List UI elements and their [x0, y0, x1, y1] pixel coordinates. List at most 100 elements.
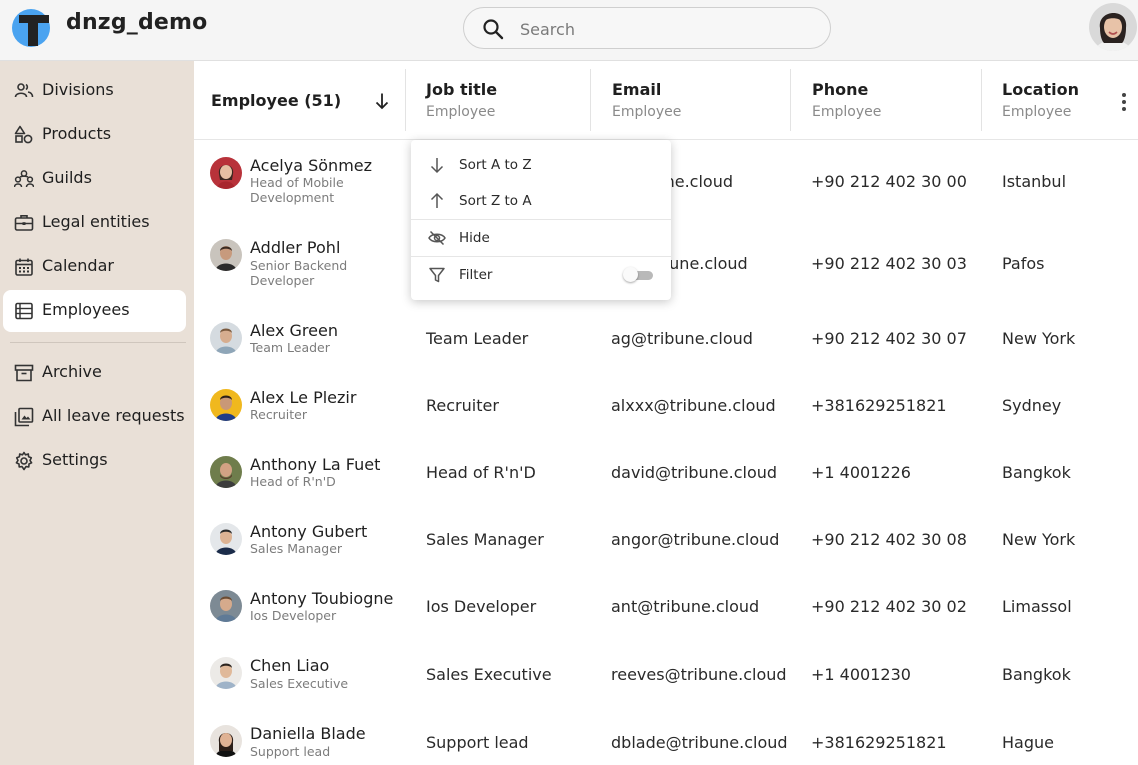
location-cell: Limassol [1002, 597, 1072, 616]
email-cell: dblade@tribune.cloud [611, 733, 788, 752]
avatar [210, 725, 242, 757]
more-vertical-icon[interactable] [1118, 91, 1130, 113]
column-header-email[interactable]: Email Employee [591, 61, 790, 139]
eye-off-icon [428, 230, 446, 246]
search-input[interactable] [520, 17, 810, 41]
sidebar-item-settings[interactable]: Settings [3, 440, 186, 482]
column-subtitle: Employee [812, 104, 882, 120]
employee-column-title: Employee (51) [211, 91, 342, 110]
location-cell: Bangkok [1002, 463, 1071, 482]
app-name: dnzg_demo [66, 10, 208, 35]
sidebar-item-employees[interactable]: Employees [3, 290, 186, 332]
sidebar-divider [10, 342, 186, 343]
toggle-knob [623, 267, 638, 282]
job-title-cell: Head of R'n'D [426, 463, 536, 482]
avatar [210, 239, 242, 271]
employee-name: Antony Toubiogne [250, 589, 394, 608]
avatar [210, 389, 242, 421]
people-icon [14, 83, 34, 98]
email-cell: bune.cloud [659, 254, 748, 273]
phone-cell: +1 4001226 [811, 463, 911, 482]
avatar [210, 157, 242, 189]
email-cell: alxxx@tribune.cloud [611, 396, 776, 415]
gear-icon [15, 451, 33, 471]
employee-role: Ios Developer [250, 608, 337, 623]
column-subtitle: Employee [426, 104, 496, 120]
employee-name: Daniella Blade [250, 724, 366, 743]
sidebar: Divisions Products Guilds Legal entities [0, 61, 194, 765]
group-icon [14, 170, 34, 188]
employee-role: Team Leader [250, 340, 330, 355]
sidebar-item-label: Guilds [42, 168, 92, 187]
list-icon [15, 302, 33, 320]
employee-name: Acelya Sönmez [250, 156, 373, 175]
column-menu: Sort A to Z Sort Z to A Hide Filter [411, 140, 671, 300]
column-header-employee[interactable]: Employee (51) [194, 61, 405, 139]
job-title-cell: Recruiter [426, 396, 499, 415]
sidebar-item-divisions[interactable]: Divisions [3, 70, 186, 112]
menu-item-sort-a-to-z[interactable]: Sort A to Z [411, 147, 671, 183]
table-row[interactable]: Daniella Blade Support lead Support lead… [194, 707, 1138, 765]
menu-item-filter[interactable]: Filter [411, 257, 671, 293]
menu-item-hide[interactable]: Hide [411, 220, 671, 256]
sidebar-item-label: Archive [42, 362, 102, 381]
column-subtitle: Employee [612, 104, 682, 120]
employee-name: Antony Gubert [250, 522, 368, 541]
arrow-down-icon[interactable] [374, 92, 390, 110]
table-row[interactable]: Antony Gubert Sales Manager Sales Manage… [194, 506, 1138, 573]
sidebar-item-legal-entities[interactable]: Legal entities [3, 202, 186, 244]
top-bar: dnzg_demo [0, 0, 1138, 61]
menu-item-sort-z-to-a[interactable]: Sort Z to A [411, 183, 671, 219]
sidebar-item-label: Divisions [42, 80, 114, 99]
filter-toggle[interactable] [623, 267, 653, 282]
sidebar-item-calendar[interactable]: Calendar [3, 246, 186, 288]
sidebar-item-products[interactable]: Products [3, 114, 186, 156]
email-cell: ant@tribune.cloud [611, 597, 760, 616]
sidebar-item-all-leave-requests[interactable]: All leave requests [3, 396, 186, 438]
employee-role: Senior Backend Developer [250, 258, 348, 288]
column-header-phone[interactable]: Phone Employee [791, 61, 981, 139]
sidebar-item-label: Employees [42, 300, 130, 319]
employee-name: Chen Liao [250, 656, 330, 675]
sidebar-item-archive[interactable]: Archive [3, 352, 186, 394]
column-header-job-title[interactable]: Job title Employee [406, 61, 590, 139]
table-row[interactable]: Anthony La Fuet Head of R'n'D Head of R'… [194, 439, 1138, 506]
location-cell: New York [1002, 530, 1076, 549]
table-row[interactable]: Antony Toubiogne Ios Developer Ios Devel… [194, 573, 1138, 640]
briefcase-icon [14, 215, 34, 231]
job-title-cell: Sales Executive [426, 665, 552, 684]
menu-item-label: Sort A to Z [459, 157, 532, 173]
location-cell: Pafos [1002, 254, 1045, 273]
column-title: Location [1002, 80, 1079, 99]
search-box[interactable] [463, 7, 831, 49]
column-header-location[interactable]: Location Employee [982, 61, 1138, 139]
avatar [210, 456, 242, 488]
sidebar-item-guilds[interactable]: Guilds [3, 158, 186, 200]
table-row[interactable]: Chen Liao Sales Executive Sales Executiv… [194, 640, 1138, 707]
phone-cell: +90 212 402 30 07 [811, 329, 967, 348]
job-title-cell: Team Leader [426, 329, 529, 348]
app-logo-icon[interactable] [11, 8, 51, 48]
phone-cell: +90 212 402 30 02 [811, 597, 967, 616]
employee-name: Addler Pohl [250, 238, 341, 257]
employee-role: Sales Executive [250, 676, 349, 691]
employee-role: Head of R'n'D [250, 474, 336, 489]
table-row[interactable]: Alex Le Plezir Recruiter Recruiter alxxx… [194, 372, 1138, 439]
column-title: Email [612, 80, 662, 99]
employee-role: Head of Mobile Development [250, 175, 344, 205]
email-cell: ag@tribune.cloud [611, 329, 753, 348]
location-cell: Sydney [1002, 396, 1062, 415]
location-cell: Bangkok [1002, 665, 1071, 684]
sidebar-item-label: Products [42, 124, 112, 143]
gallery-icon [14, 407, 34, 427]
job-title-cell: Ios Developer [426, 597, 537, 616]
phone-cell: +90 212 402 30 00 [811, 172, 967, 191]
user-avatar[interactable] [1089, 3, 1137, 51]
table-row[interactable]: Alex Green Team Leader Team Leader ag@tr… [194, 305, 1138, 372]
avatar [210, 590, 242, 622]
employee-name: Alex Le Plezir [250, 388, 357, 407]
column-title: Job title [426, 80, 498, 99]
employee-role: Support lead [250, 744, 331, 759]
avatar [210, 657, 242, 689]
arrow-down-icon [430, 158, 444, 174]
